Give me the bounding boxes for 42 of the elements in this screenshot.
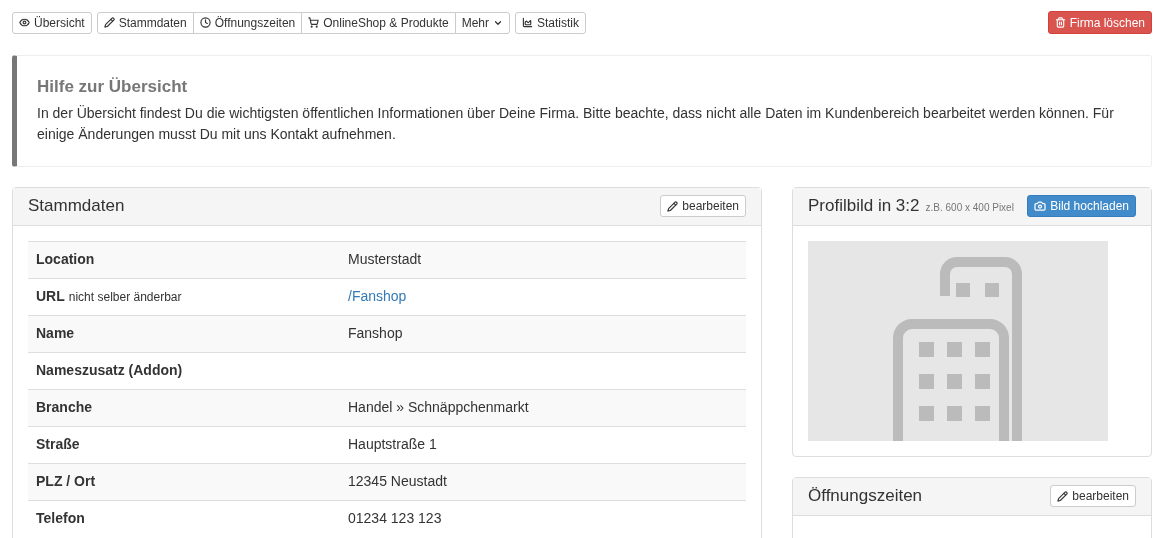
pencil-icon [667,200,679,212]
eye-icon [19,17,30,28]
field-value: Musterstadt [348,251,422,267]
pencil-icon [1057,490,1069,502]
delete-button[interactable]: Firma löschen [1047,11,1152,34]
toolbar-button[interactable]: OnlineShop & Produkte [301,11,456,34]
building-icon [893,255,1023,441]
field-label: URL [36,287,65,306]
dropdown-button[interactable]: Mehr [454,11,510,34]
cart-icon [308,17,320,28]
trash-icon [1054,17,1066,28]
field-value: Fanshop [348,325,403,341]
toolbar-button[interactable]: Statistik [515,11,587,34]
field-value: 01234 123 123 [348,510,442,526]
field-label: Straße [36,435,80,454]
field-value: Hauptstraße 1 [348,436,437,452]
field-label: Branche [36,398,93,417]
field-value: Handel » Schnäppchenmarkt [348,399,529,415]
upload-button[interactable]: Bild hochladen [1027,195,1136,217]
field-label: Name [36,324,75,343]
help-title: Hilfe zur Übersicht [37,76,189,98]
toolbar-button[interactable]: Öffnungszeiten [192,11,303,34]
toolbar-button[interactable]: Stammdaten [96,11,194,34]
panel-title: Öffnungszeiten [808,485,923,508]
pencil-icon [103,17,115,28]
toolbar-button[interactable]: Übersicht [12,11,92,34]
help-text: In der Übersicht findest Du die wichtigsten öffentlichen Informationen über Deine Firma. Bitte beachte, dass nicht alle Daten im Kundenbereich bearbeitet werden können. Für einige Änderungen musst Du mit uns Kontakt aufnehmen. [37,103,1115,144]
size-hint: z.B. 600 x 400 Pixel [925,201,1014,216]
field-label: Telefon [36,509,85,528]
panel-title: Profilbild in 3:2 [808,195,920,218]
panel-title: Stammdaten [28,195,125,218]
edit-button[interactable]: bearbeiten [660,195,746,217]
clock-icon [199,17,211,28]
field-value: 12345 Neustadt [348,473,447,489]
field-label: PLZ / Ort [36,472,96,491]
url-link[interactable]: /Fanshop [348,288,407,304]
field-label: Nameszusatz (Addon) [36,361,183,380]
edit-button[interactable]: bearbeiten [1050,485,1136,507]
field-note: nicht selber änderbar [68,289,182,306]
field-label: Location [36,250,95,269]
chart-icon [522,17,533,28]
camera-icon [1034,200,1047,212]
